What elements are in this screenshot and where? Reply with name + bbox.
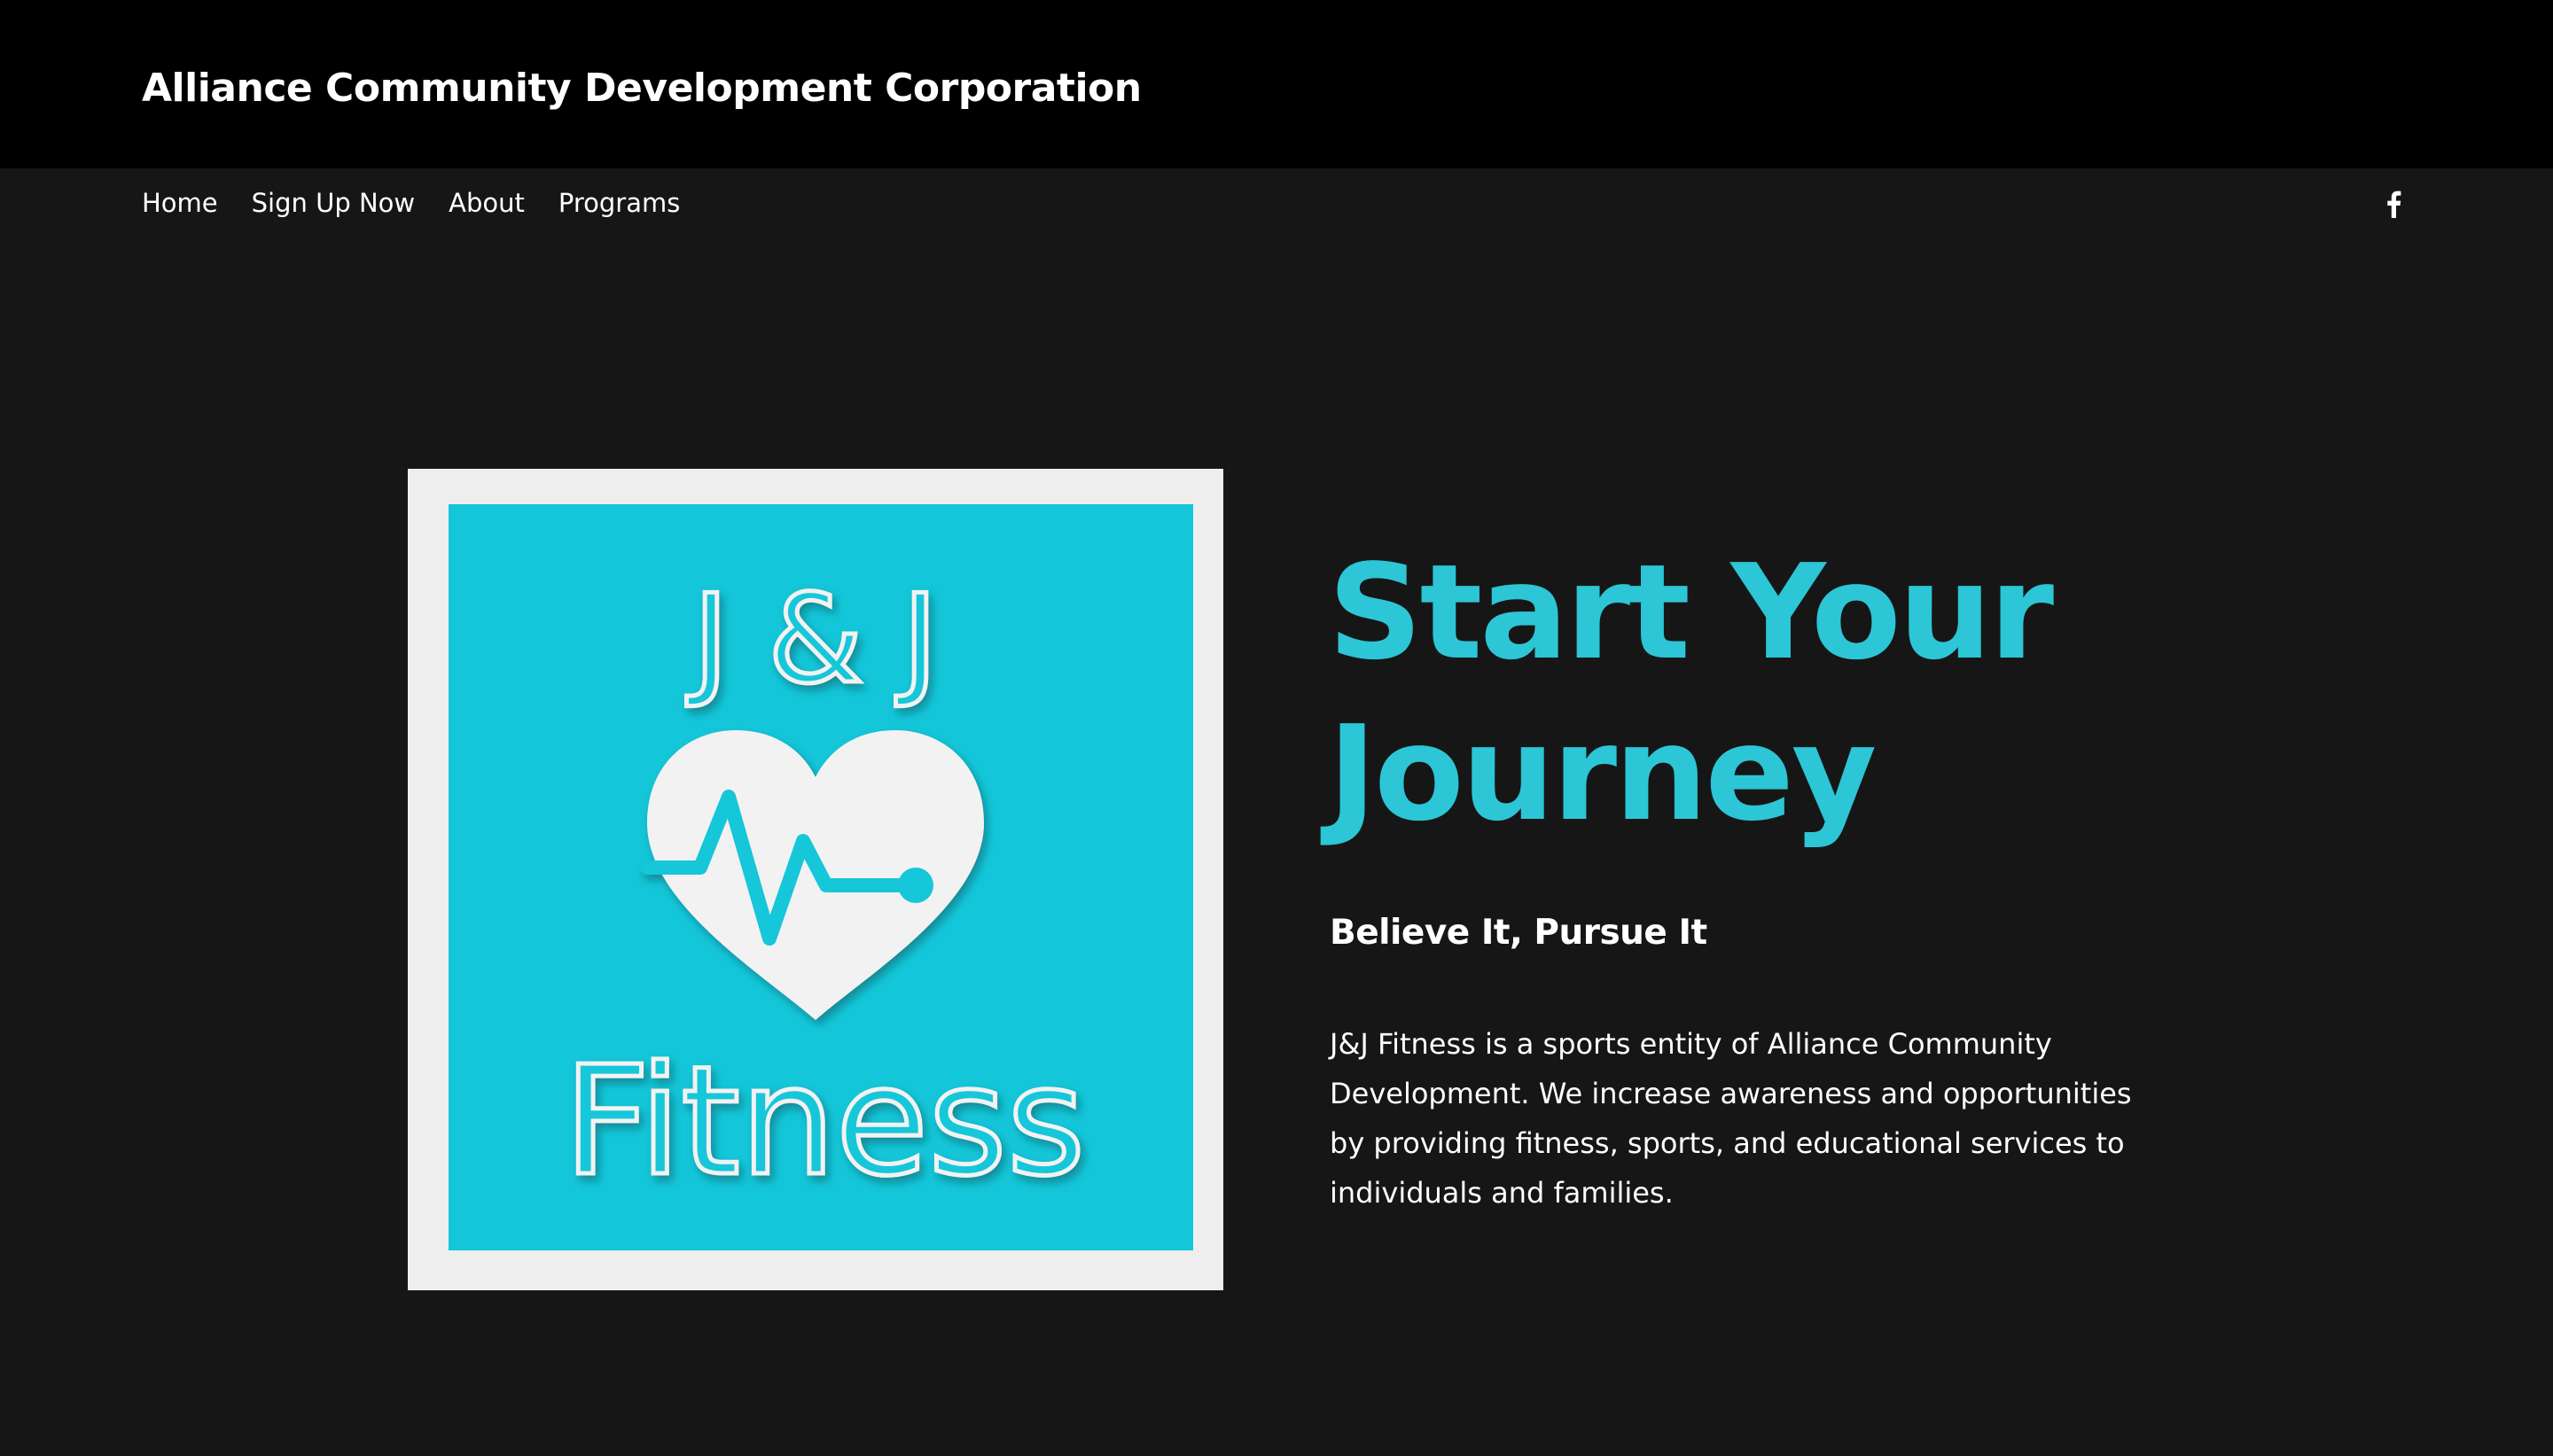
- hero-title: Start Your Journey: [1328, 532, 2214, 854]
- nav-home[interactable]: Home: [142, 188, 218, 218]
- hero-title-line1: Start Your: [1328, 536, 2054, 689]
- nav-links: Home Sign Up Now About Programs: [142, 188, 680, 218]
- facebook-icon: [2387, 191, 2401, 218]
- logo-top-text: J & J: [686, 568, 939, 711]
- heart-pulse-icon: [640, 730, 984, 1020]
- main-nav: Home Sign Up Now About Programs: [0, 168, 2553, 241]
- logo-bottom-text: Fitness: [564, 1034, 1086, 1210]
- hero-title-line2: Journey: [1328, 697, 1877, 850]
- nav-programs[interactable]: Programs: [558, 188, 680, 218]
- hero-description: J&J Fitness is a sports entity of Allian…: [1330, 1027, 2132, 1210]
- nav-about[interactable]: About: [449, 188, 525, 218]
- site-header: Alliance Community Development Corporati…: [0, 0, 2553, 168]
- jj-fitness-logo-image: J & J Fitness: [408, 469, 1223, 1290]
- site-title[interactable]: Alliance Community Development Corporati…: [142, 66, 1142, 111]
- nav-sign-up-now[interactable]: Sign Up Now: [252, 188, 415, 218]
- logo-artwork: J & J Fitness: [561, 566, 1088, 1212]
- hero-subtitle: Believe It, Pursue It: [1330, 913, 1707, 953]
- facebook-link[interactable]: [2377, 186, 2409, 222]
